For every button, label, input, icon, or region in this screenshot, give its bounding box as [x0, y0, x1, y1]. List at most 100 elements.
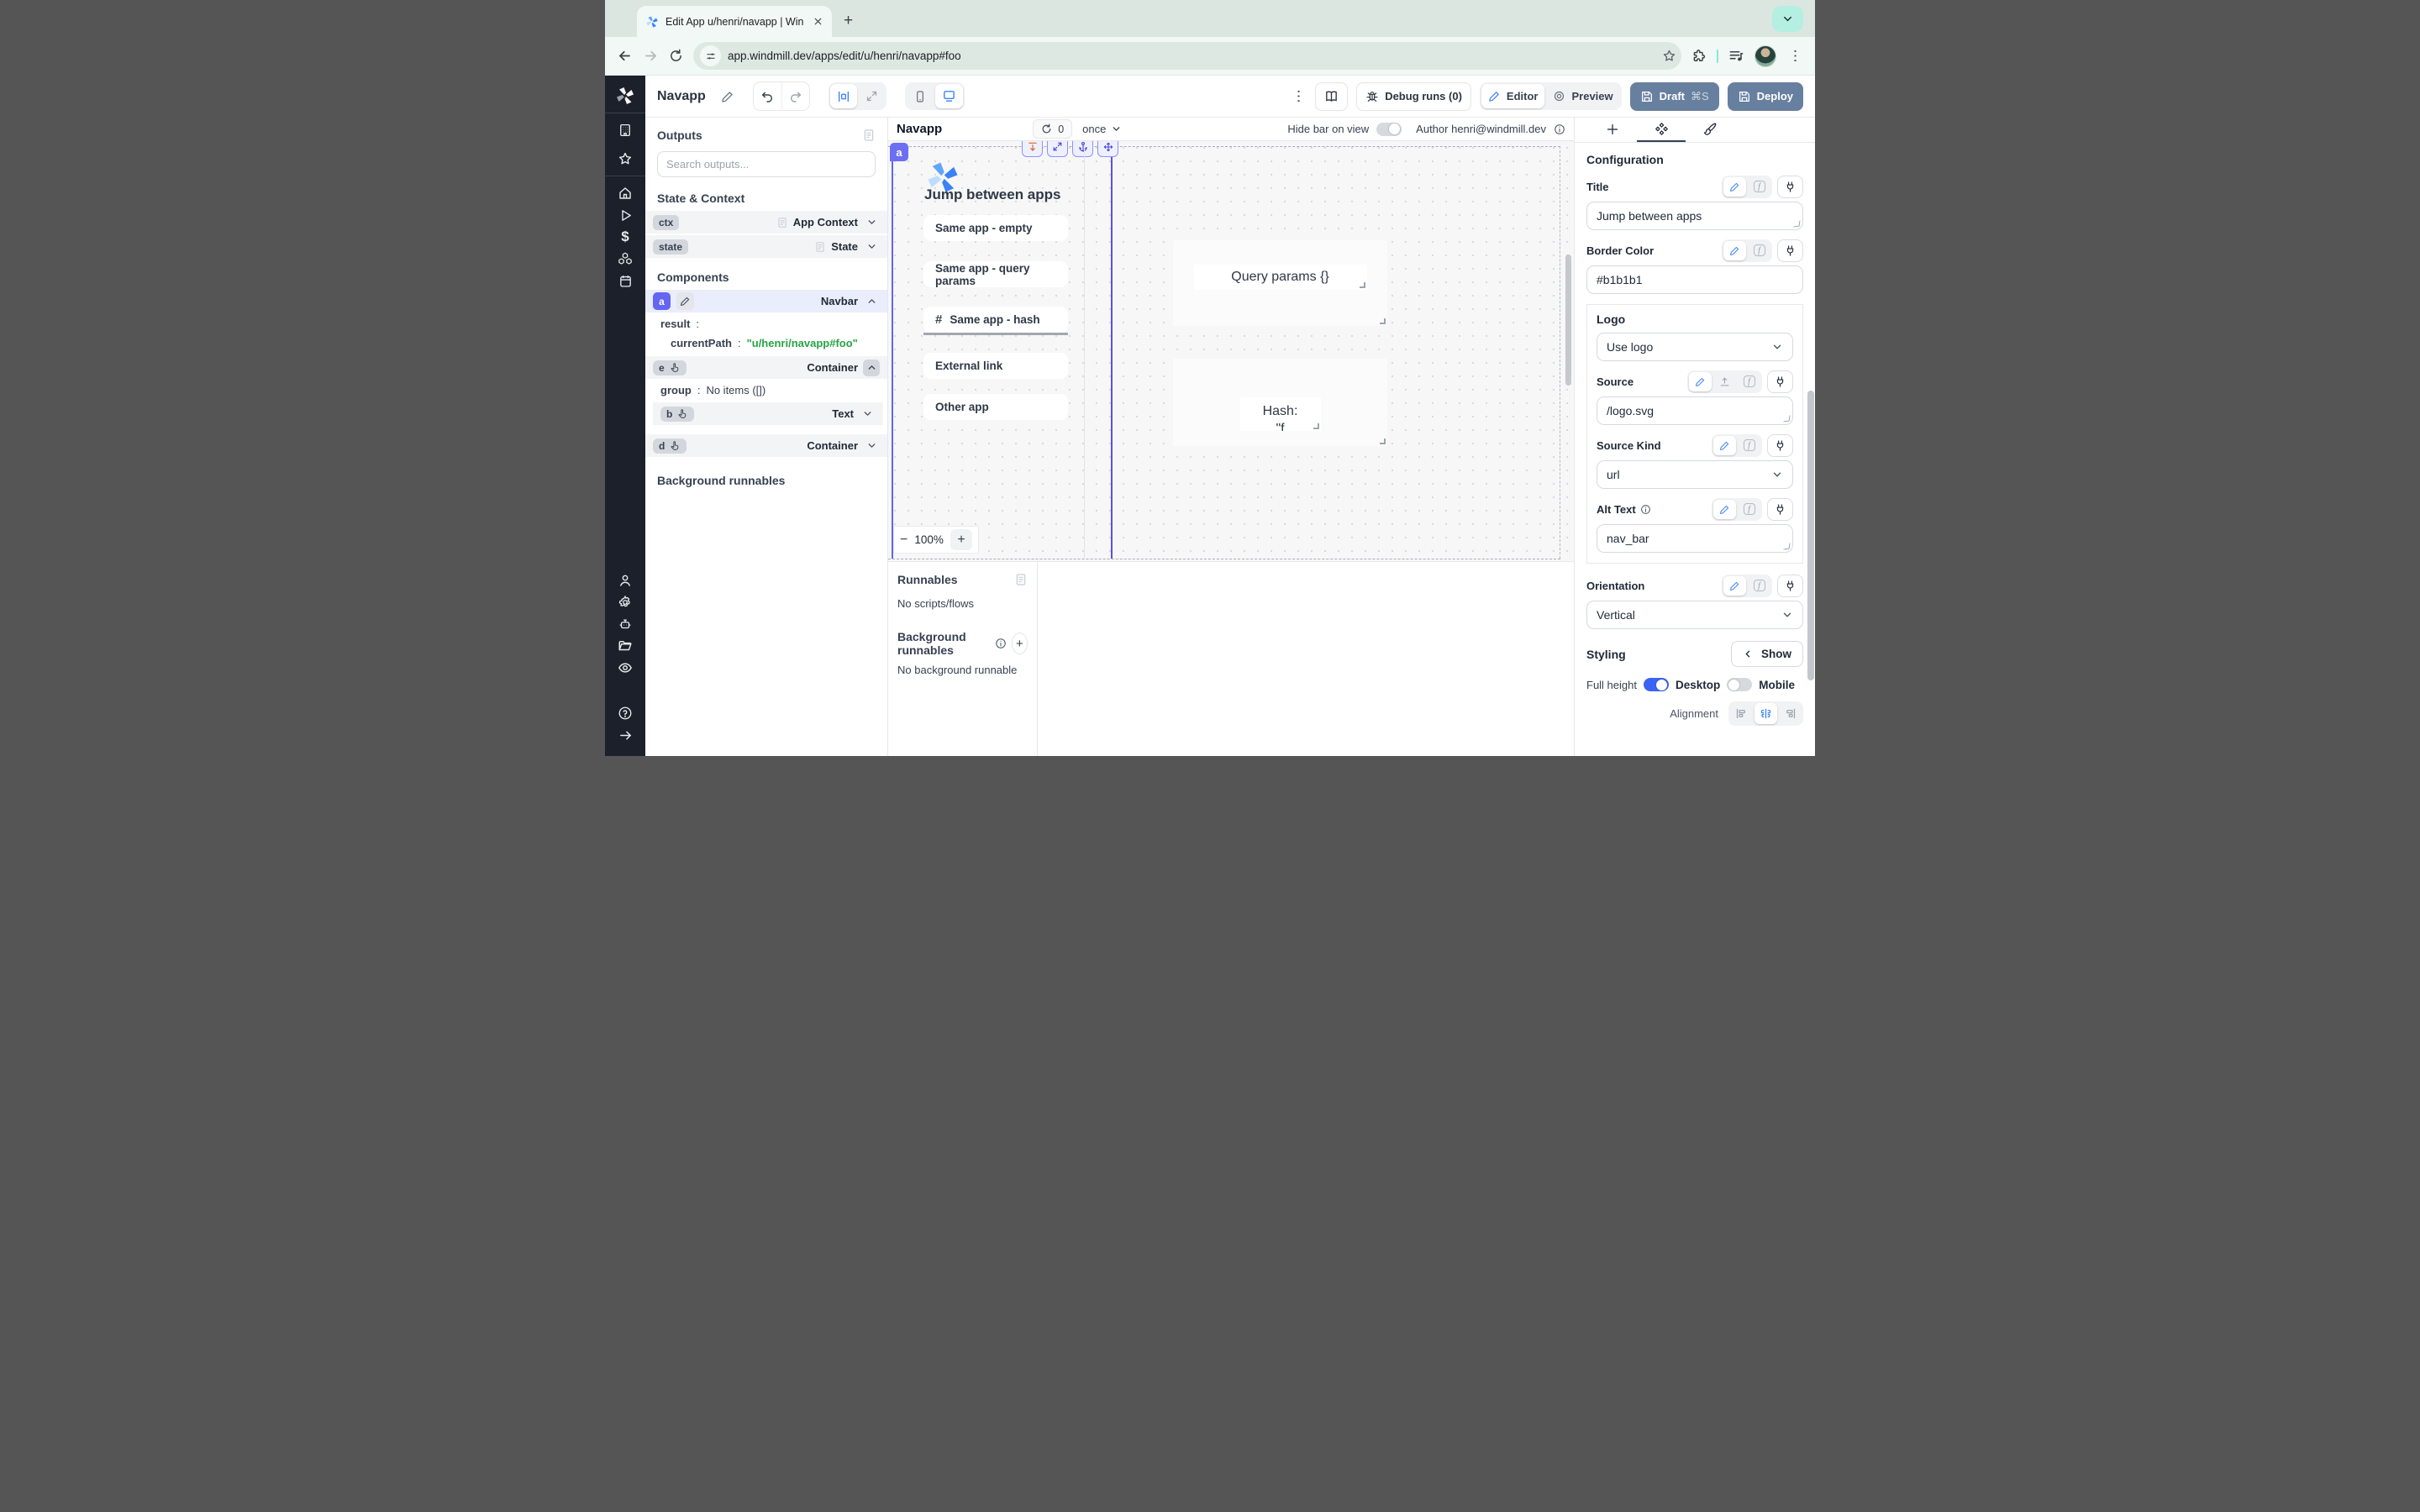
info-icon[interactable]: [995, 638, 1007, 649]
panel-doc-icon[interactable]: [1014, 573, 1028, 586]
connect-plug-button[interactable]: [1777, 575, 1803, 597]
site-settings-icon[interactable]: [700, 45, 721, 66]
mobile-toggle[interactable]: [1727, 678, 1752, 691]
chevron-down-icon[interactable]: [863, 438, 880, 454]
eval-mode-button[interactable]: f: [1738, 372, 1760, 391]
upload-mode-button[interactable]: [1713, 372, 1736, 391]
query-params-container[interactable]: Query params {}: [1173, 240, 1387, 326]
title-input[interactable]: Jump between apps: [1586, 202, 1803, 230]
fullwidth-layout-button[interactable]: [859, 84, 885, 108]
resize-corner[interactable]: [1360, 282, 1365, 288]
zoom-in-button[interactable]: +: [950, 529, 972, 550]
bookmark-star-icon[interactable]: [1662, 49, 1676, 63]
hash-container[interactable]: Hash: "f: [1173, 359, 1387, 446]
expand-down-button[interactable]: [1022, 141, 1043, 157]
chevron-up-icon[interactable]: [863, 293, 880, 310]
zoom-out-button[interactable]: −: [900, 533, 908, 548]
users-icon[interactable]: [605, 570, 645, 591]
app-canvas[interactable]: a Jump between apps Same app - empty Sam…: [888, 141, 1574, 561]
profile-avatar[interactable]: [1754, 45, 1776, 67]
eval-mode-button[interactable]: f: [1748, 241, 1770, 260]
static-mode-button[interactable]: [1689, 372, 1712, 391]
resize-handle[interactable]: [1794, 221, 1801, 228]
eval-mode-button[interactable]: f: [1748, 177, 1770, 197]
component-row-container-d[interactable]: d Container: [645, 434, 887, 459]
group-line[interactable]: group : No items ([]): [645, 381, 887, 400]
hide-bar-toggle[interactable]: [1376, 123, 1402, 136]
collapse-rail-icon[interactable]: [605, 724, 645, 746]
styling-show-button[interactable]: Show: [1731, 641, 1803, 667]
workers-icon[interactable]: [605, 613, 645, 635]
media-controls-icon[interactable]: [1728, 48, 1744, 64]
static-mode-button[interactable]: [1723, 177, 1746, 197]
windmill-logo-icon[interactable]: [605, 85, 645, 107]
source-input[interactable]: /logo.svg: [1597, 396, 1793, 425]
desktop-view-button[interactable]: [935, 84, 963, 108]
home-icon[interactable]: [605, 182, 645, 204]
chevron-down-icon[interactable]: [863, 239, 880, 255]
centered-layout-button[interactable]: [830, 84, 857, 108]
tab-close-icon[interactable]: [813, 16, 823, 27]
border-color-input[interactable]: #b1b1b1: [1586, 265, 1803, 294]
resize-corner[interactable]: [1380, 438, 1386, 444]
result-line[interactable]: result :: [645, 314, 887, 333]
connect-plug-button[interactable]: [1777, 176, 1803, 198]
static-mode-button[interactable]: [1723, 241, 1746, 260]
use-logo-select[interactable]: Use logo: [1597, 333, 1793, 361]
search-outputs-input[interactable]: [666, 158, 866, 171]
tab-insert-component[interactable]: [1588, 118, 1637, 142]
connect-plug-button[interactable]: [1767, 434, 1793, 457]
nav-item-other-app[interactable]: Other app: [923, 394, 1068, 420]
currentpath-line[interactable]: currentPath : "u/henri/navapp#foo": [645, 333, 887, 353]
debug-runs-button[interactable]: Debug runs (0): [1356, 82, 1471, 111]
static-mode-button[interactable]: [1713, 436, 1736, 455]
rename-pencil-icon[interactable]: [721, 90, 734, 103]
align-left-button[interactable]: [1730, 703, 1753, 724]
variables-icon[interactable]: $: [605, 226, 645, 248]
favorites-star-icon[interactable]: [605, 148, 645, 170]
browser-menu-icon[interactable]: ⋯: [1786, 49, 1803, 63]
address-bar[interactable]: app.windmill.dev/apps/edit/u/henri/navap…: [693, 42, 1681, 70]
nav-item-same-app-query-params[interactable]: Same app - query params: [923, 261, 1068, 287]
tab-search-button[interactable]: [1772, 6, 1803, 32]
refresh-count-button[interactable]: 0: [1033, 119, 1072, 139]
workspace-icon[interactable]: [605, 119, 645, 141]
eval-mode-button[interactable]: f: [1748, 576, 1770, 596]
resize-handle[interactable]: [1784, 543, 1791, 550]
component-row-text-b[interactable]: b Text: [653, 402, 883, 427]
source-kind-select[interactable]: url: [1597, 460, 1793, 489]
anchor-button[interactable]: [1072, 141, 1093, 157]
tab-editor[interactable]: Editor: [1481, 84, 1545, 108]
nav-item-external-link[interactable]: External link: [923, 353, 1068, 379]
runs-icon[interactable]: [605, 204, 645, 226]
component-row-container-e[interactable]: e Container: [645, 356, 887, 381]
chevron-up-icon[interactable]: [863, 360, 880, 376]
settings-scrollbar[interactable]: [1807, 391, 1814, 680]
static-mode-button[interactable]: [1713, 500, 1736, 519]
folders-icon[interactable]: [605, 635, 645, 657]
selection-right-border[interactable]: [1111, 146, 1113, 559]
resize-corner[interactable]: [1380, 318, 1386, 324]
back-button[interactable]: [617, 48, 633, 64]
static-mode-button[interactable]: [1723, 576, 1746, 596]
connect-plug-button[interactable]: [1777, 239, 1803, 262]
move-button[interactable]: [1097, 141, 1118, 157]
run-mode-dropdown[interactable]: once: [1082, 123, 1122, 135]
canvas-scrollbar[interactable]: [1565, 255, 1571, 386]
browser-tab[interactable]: Edit App u/henri/navapp | Win: [637, 6, 832, 37]
draft-button[interactable]: Draft ⌘S: [1630, 82, 1719, 111]
orientation-select[interactable]: Vertical: [1586, 601, 1803, 629]
connect-plug-button[interactable]: [1767, 370, 1793, 393]
resize-corner[interactable]: [1313, 423, 1319, 429]
nav-item-same-app-empty[interactable]: Same app - empty: [923, 215, 1068, 241]
tab-styling[interactable]: [1686, 118, 1734, 142]
new-tab-button[interactable]: +: [844, 12, 853, 30]
chevron-down-icon[interactable]: [859, 406, 876, 423]
align-right-button[interactable]: [1779, 703, 1802, 724]
resources-icon[interactable]: [605, 248, 645, 270]
reload-button[interactable]: [669, 49, 683, 63]
extensions-icon[interactable]: [1691, 49, 1707, 64]
docs-button[interactable]: [1315, 82, 1348, 111]
state-row[interactable]: state State: [645, 235, 887, 260]
settings-gear-icon[interactable]: [605, 591, 645, 613]
